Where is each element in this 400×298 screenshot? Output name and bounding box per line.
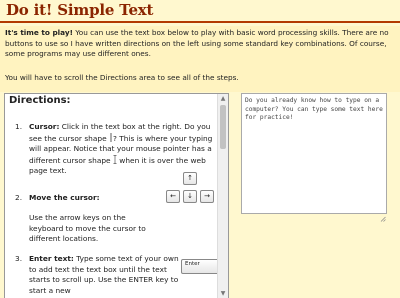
directions-panel[interactable]: Directions: 1. Cursor: Click in the text… <box>4 93 229 298</box>
scrollbar-thumb[interactable] <box>220 105 226 149</box>
directions-scrollbar[interactable]: ▲ ▼ <box>217 94 228 298</box>
page-title: Do it! Simple Text <box>6 1 154 19</box>
directions-title: Directions: <box>9 95 71 106</box>
arrow-right-key-icon: → <box>200 190 214 203</box>
scroll-hint: You will have to scroll the Directions a… <box>5 73 239 82</box>
intro-paragraph: It's time to play! You can use the text … <box>5 28 391 60</box>
title-divider <box>0 21 400 23</box>
practice-text-box[interactable]: Do you already know how to type on a com… <box>241 93 387 214</box>
enter-key-icon: Enter <box>181 259 219 274</box>
step-number: 3. <box>15 254 23 263</box>
arrow-down-key-icon: ↓ <box>183 190 197 203</box>
step-1-text: Cursor: Click in the text box at the rig… <box>29 122 217 177</box>
intro-lead: It's time to play! <box>5 28 73 37</box>
arrow-keys-illustration: ↑ ← ↓ → <box>163 172 219 210</box>
step-3-label: Enter text: <box>29 254 74 263</box>
resize-grip-icon[interactable] <box>380 207 386 222</box>
arrow-left-key-icon: ← <box>166 190 180 203</box>
step-2-heading: Move the cursor: <box>29 193 169 204</box>
text-cursor-icon <box>109 132 113 142</box>
arrow-up-key-icon: ↑ <box>183 172 197 185</box>
step-number: 1. <box>15 122 23 131</box>
step-2-label: Move the cursor: <box>29 193 100 202</box>
step-3-text: Enter text: Type some text of your own t… <box>29 254 179 296</box>
scroll-down-arrow-icon[interactable]: ▼ <box>218 289 228 298</box>
step-1-label: Cursor: <box>29 122 60 131</box>
step-number: 2. <box>15 193 23 202</box>
intro-section: It's time to play! You can use the text … <box>0 26 400 92</box>
step-2-text: Use the arrow keys on the keyboard to mo… <box>29 213 146 244</box>
scroll-up-arrow-icon[interactable]: ▲ <box>218 94 228 103</box>
